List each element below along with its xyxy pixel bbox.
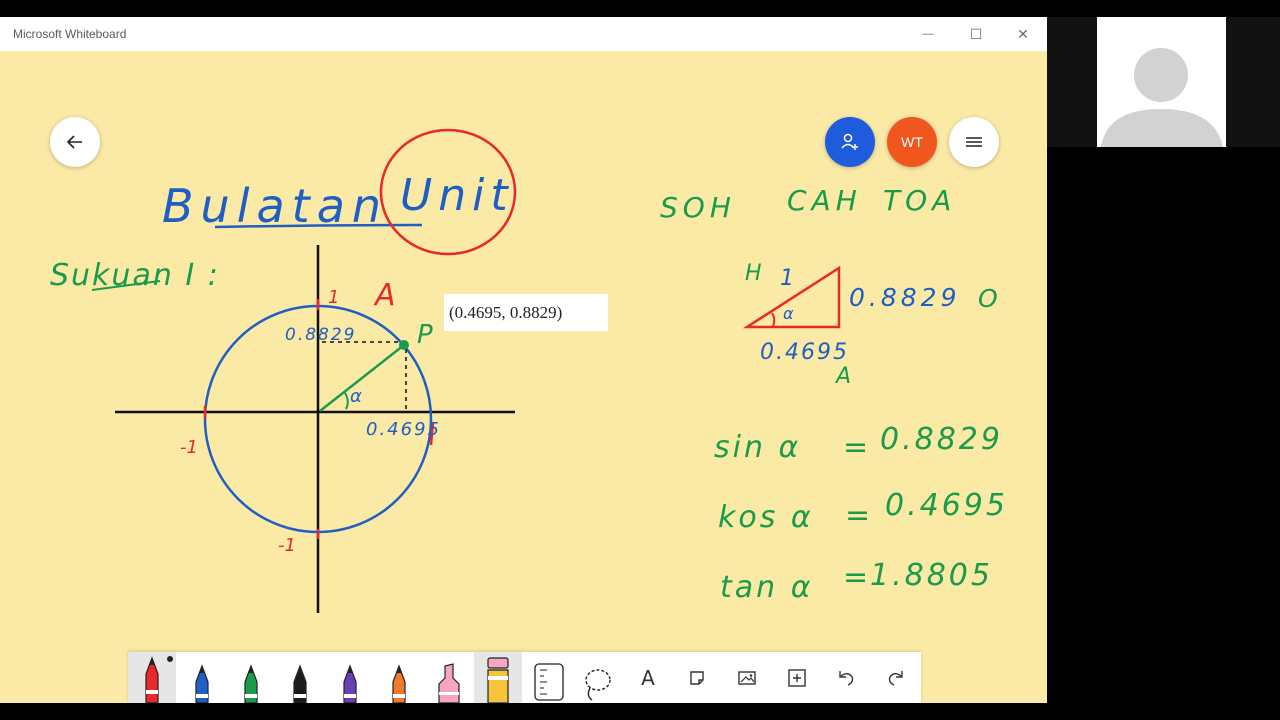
add-box-icon bbox=[788, 668, 806, 687]
quadrant-label: A bbox=[373, 278, 396, 313]
angle-arc bbox=[344, 392, 349, 410]
orange-pen-icon bbox=[392, 664, 406, 703]
title-bar: Microsoft Whiteboard — ☐ ✕ bbox=[0, 17, 1047, 51]
whiteboard-window: Microsoft Whiteboard — ☐ ✕ Bulatan Unit … bbox=[0, 17, 1047, 703]
equation-kos-lhs: kos α bbox=[718, 500, 814, 535]
axis-label-top: 1 bbox=[328, 287, 339, 308]
tool-pink-highlighter[interactable] bbox=[425, 652, 473, 703]
user-avatar-button[interactable]: WT bbox=[887, 117, 937, 167]
tool-lasso[interactable] bbox=[574, 652, 622, 703]
equation-kos-eq: = bbox=[845, 498, 873, 533]
triangle-angle-arc bbox=[771, 312, 776, 327]
redo-button[interactable] bbox=[876, 652, 916, 703]
tool-image[interactable] bbox=[727, 652, 767, 703]
triangle-opp-value: 0.8829 bbox=[849, 283, 960, 312]
triangle-hyp-letter: H bbox=[745, 261, 762, 286]
ruler-icon bbox=[534, 663, 564, 701]
tool-blue-pen[interactable] bbox=[178, 652, 226, 703]
menu-button[interactable] bbox=[949, 117, 999, 167]
tool-orange-pen[interactable] bbox=[375, 652, 423, 703]
equation-tan-lhs: tan α bbox=[720, 570, 813, 605]
point-p-marker bbox=[399, 340, 409, 350]
invite-button[interactable] bbox=[825, 117, 875, 167]
triangle-opp-letter: O bbox=[978, 284, 998, 313]
axis-label-bottom: -1 bbox=[278, 535, 296, 556]
tool-red-pen[interactable] bbox=[128, 652, 176, 703]
triangle-hyp-value: 1 bbox=[780, 266, 794, 291]
y-value-label: 0.8829 bbox=[285, 325, 356, 345]
radius-line bbox=[319, 344, 405, 412]
whiteboard-canvas[interactable]: Bulatan Unit Sukuan I : 1 -1 -1 A α P 0.… bbox=[0, 51, 1047, 703]
maximize-button[interactable]: ☐ bbox=[953, 17, 999, 51]
participant-video bbox=[1097, 17, 1226, 147]
tool-text[interactable]: A bbox=[628, 652, 668, 703]
inking-toolbar: A bbox=[128, 652, 921, 703]
undo-button[interactable] bbox=[826, 652, 866, 703]
equation-sin-lhs: sin α bbox=[714, 430, 801, 465]
sticky-note-icon bbox=[690, 670, 704, 685]
close-icon: ✕ bbox=[1017, 25, 1029, 42]
tool-black-pen[interactable] bbox=[276, 652, 324, 703]
minimize-button[interactable]: — bbox=[905, 17, 951, 51]
image-icon bbox=[738, 670, 756, 685]
tool-green-pen[interactable] bbox=[227, 652, 275, 703]
triangle-adj-value: 0.4695 bbox=[760, 340, 849, 365]
tool-ruler[interactable] bbox=[525, 652, 573, 703]
yellow-highlighter-icon bbox=[487, 657, 509, 703]
triangle-angle-label: α bbox=[783, 304, 794, 323]
tool-yellow-highlighter[interactable] bbox=[474, 652, 522, 703]
arrow-left-icon bbox=[66, 135, 82, 149]
tool-purple-pen[interactable] bbox=[326, 652, 374, 703]
avatar-initials: WT bbox=[901, 134, 923, 150]
tool-insert[interactable] bbox=[777, 652, 817, 703]
black-pen-icon bbox=[293, 664, 307, 703]
point-label: P bbox=[417, 320, 433, 350]
mnemonic-toa: TOA bbox=[883, 184, 956, 217]
mnemonic-cah: CAH bbox=[787, 184, 862, 217]
equation-tan-eq: = bbox=[843, 560, 871, 595]
undo-icon bbox=[839, 670, 854, 686]
red-pen-icon bbox=[145, 656, 159, 703]
tool-note[interactable] bbox=[677, 652, 717, 703]
redo-icon bbox=[888, 670, 903, 686]
equation-sin-eq: = bbox=[843, 430, 871, 465]
equation-kos-rhs: 0.4695 bbox=[885, 488, 1008, 523]
equation-sin-rhs: 0.8829 bbox=[880, 422, 1003, 457]
minimize-icon: — bbox=[922, 28, 934, 40]
hamburger-menu-icon bbox=[966, 137, 982, 147]
participant-placeholder-icon bbox=[1097, 17, 1226, 147]
add-person-icon bbox=[841, 133, 858, 150]
lasso-icon bbox=[585, 669, 611, 701]
blue-pen-icon bbox=[195, 664, 209, 703]
purple-pen-icon bbox=[343, 664, 357, 703]
green-pen-icon bbox=[244, 664, 258, 703]
text-tool-icon: A bbox=[641, 665, 655, 690]
coordinate-tooltip[interactable]: (0.4695, 0.8829) bbox=[444, 294, 608, 331]
close-button[interactable]: ✕ bbox=[1000, 17, 1046, 51]
window-title: Microsoft Whiteboard bbox=[13, 27, 127, 41]
maximize-icon: ☐ bbox=[969, 25, 983, 42]
pink-highlighter-icon bbox=[438, 663, 460, 703]
title-word-unit: Unit bbox=[400, 170, 514, 221]
angle-label: α bbox=[350, 386, 362, 407]
mnemonic-soh: SOH bbox=[660, 191, 736, 224]
subtitle-sukuan: Sukuan I : bbox=[50, 258, 220, 293]
axis-label-left: -1 bbox=[180, 437, 198, 458]
equation-tan-rhs: 1.8805 bbox=[870, 558, 993, 593]
back-button[interactable] bbox=[50, 117, 100, 167]
triangle-adj-letter: A bbox=[834, 364, 851, 389]
x-value-label: 0.4695 bbox=[366, 419, 441, 440]
selected-dot-indicator bbox=[167, 656, 173, 662]
